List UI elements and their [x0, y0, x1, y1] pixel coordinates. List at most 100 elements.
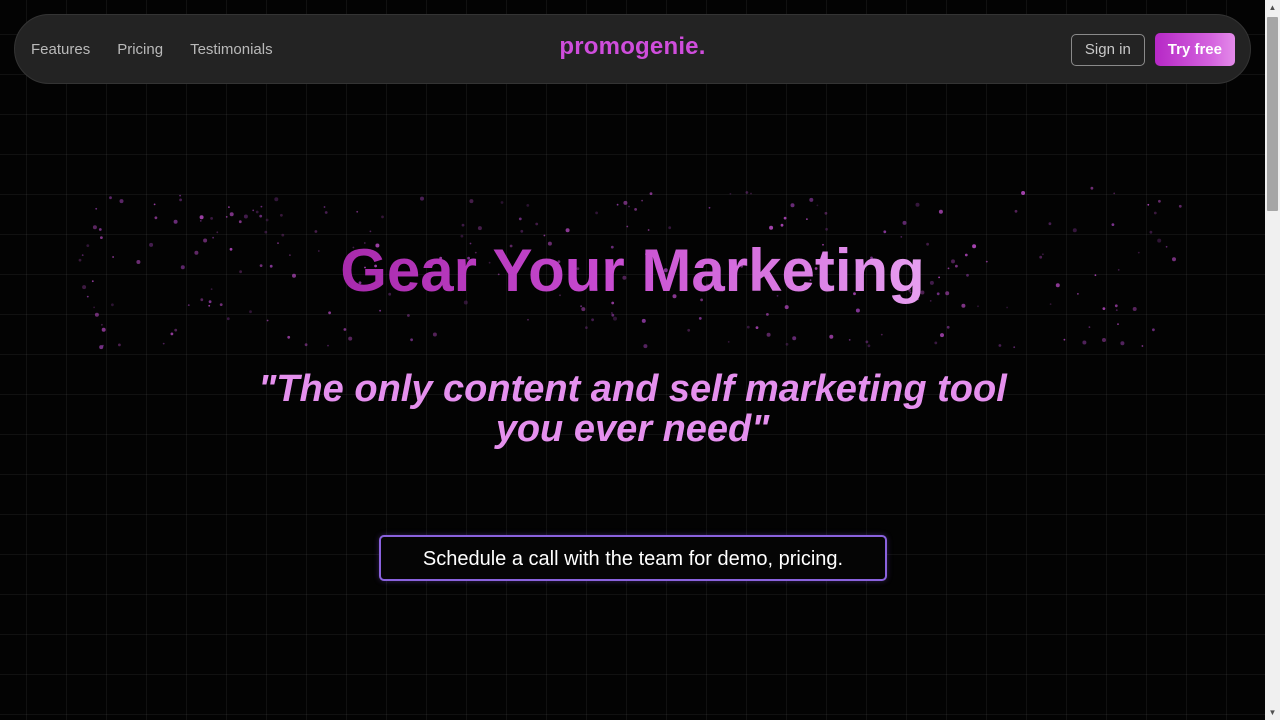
- particle-dot: [848, 339, 851, 341]
- particle-dot: [118, 343, 121, 347]
- particle-dot: [641, 199, 643, 202]
- particle-dot: [595, 211, 598, 215]
- particle-dot: [287, 335, 291, 339]
- particle-dot: [825, 227, 828, 231]
- navbar: Features Pricing Testimonials promogenie…: [14, 14, 1251, 84]
- particle-dot: [708, 206, 711, 209]
- particle-dot: [611, 313, 615, 317]
- particle-dot: [766, 313, 769, 316]
- particle-dot: [343, 328, 347, 331]
- particle-dot: [477, 226, 482, 231]
- particle-dot: [259, 214, 263, 218]
- particle-dot: [687, 328, 691, 332]
- particle-dot: [535, 222, 539, 226]
- particle-dot: [265, 218, 269, 222]
- particle-dot: [264, 230, 268, 234]
- particle-dot: [745, 191, 749, 194]
- particle-dot: [1082, 340, 1087, 345]
- particle-dot: [179, 194, 182, 197]
- particle-dot: [93, 306, 95, 309]
- particle-dot: [867, 344, 871, 348]
- try-free-button[interactable]: Try free: [1154, 33, 1235, 66]
- particle-dot: [634, 208, 637, 211]
- particle-dot: [199, 220, 202, 222]
- particle-dot: [1090, 186, 1094, 190]
- particle-dot: [581, 307, 586, 312]
- particle-dot: [729, 192, 732, 195]
- particle-dot: [1021, 191, 1026, 195]
- particle-dot: [1072, 228, 1077, 233]
- particle-dot: [101, 323, 103, 326]
- particle-dot: [461, 223, 465, 227]
- scroll-down-arrow-icon[interactable]: ▼: [1265, 705, 1280, 720]
- particle-dot: [1048, 222, 1052, 226]
- brand-logo[interactable]: promogenie.: [15, 33, 1250, 61]
- particle-dot: [348, 336, 353, 341]
- particle-dot: [626, 225, 629, 228]
- hero-title-text: Gear Your Marketing: [340, 237, 925, 304]
- particle-dot: [238, 220, 242, 224]
- particle-dot: [783, 216, 787, 220]
- sign-in-button[interactable]: Sign in: [1070, 33, 1145, 66]
- particle-dot: [199, 215, 204, 220]
- particle-dot: [611, 312, 613, 314]
- particle-dot: [1102, 338, 1106, 342]
- particle-dot: [585, 326, 588, 329]
- particle-dot: [613, 316, 617, 321]
- hero-title: Gear Your Marketing: [0, 236, 1265, 306]
- particle-dot: [1152, 328, 1155, 332]
- particle-dot: [698, 317, 702, 320]
- particle-dot: [410, 338, 413, 342]
- hero-tagline-text: "The only content and self marketing too…: [258, 368, 1007, 450]
- particle-dot: [119, 199, 124, 204]
- particle-dot: [173, 219, 178, 224]
- particle-dot: [216, 231, 219, 234]
- scrollbar-thumb[interactable]: [1267, 17, 1278, 211]
- particle-dot: [880, 333, 883, 336]
- particle-dot: [260, 205, 263, 208]
- particle-dot: [790, 203, 795, 208]
- particle-dot: [628, 205, 630, 208]
- particle-dot: [469, 199, 474, 204]
- particle-field: [78, 186, 1182, 350]
- scroll-up-arrow-icon[interactable]: ▲: [1265, 0, 1280, 15]
- particle-dot: [255, 210, 259, 214]
- particle-dot: [92, 225, 97, 230]
- particle-dot: [109, 196, 112, 200]
- particle-dot: [304, 343, 308, 347]
- particle-dot: [274, 197, 279, 202]
- particle-dot: [1014, 209, 1018, 213]
- particle-dot: [668, 226, 672, 230]
- particle-dot: [792, 336, 797, 341]
- particle-dot: [407, 314, 410, 317]
- particle-dot: [226, 317, 230, 321]
- particle-dot: [780, 223, 784, 227]
- particle-dot: [865, 340, 869, 344]
- particle-dot: [328, 311, 331, 315]
- particle-dot: [883, 230, 887, 234]
- particle-dot: [225, 216, 228, 218]
- particle-dot: [1006, 306, 1008, 309]
- particle-dot: [154, 216, 158, 220]
- particle-dot: [727, 341, 730, 343]
- particle-dot: [249, 310, 252, 314]
- particle-dot: [101, 327, 106, 332]
- particle-dot: [243, 214, 248, 219]
- particle-dot: [946, 325, 950, 329]
- particle-dot: [527, 318, 529, 321]
- particle-dot: [1149, 230, 1153, 234]
- particle-dot: [153, 203, 156, 206]
- particle-dot: [785, 342, 789, 346]
- particle-dot: [591, 318, 594, 322]
- vertical-scrollbar[interactable]: ▲ ▼: [1265, 0, 1280, 720]
- particle-dot: [1088, 326, 1091, 328]
- schedule-call-button[interactable]: Schedule a call with the team for demo, …: [379, 535, 887, 581]
- particle-dot: [266, 319, 269, 322]
- particle-dot: [829, 334, 834, 339]
- particle-dot: [324, 211, 328, 214]
- particle-dot: [369, 230, 372, 233]
- particle-dot: [1120, 341, 1125, 346]
- particle-dot: [518, 217, 522, 221]
- particle-dot: [228, 206, 230, 209]
- particle-dot: [500, 201, 504, 204]
